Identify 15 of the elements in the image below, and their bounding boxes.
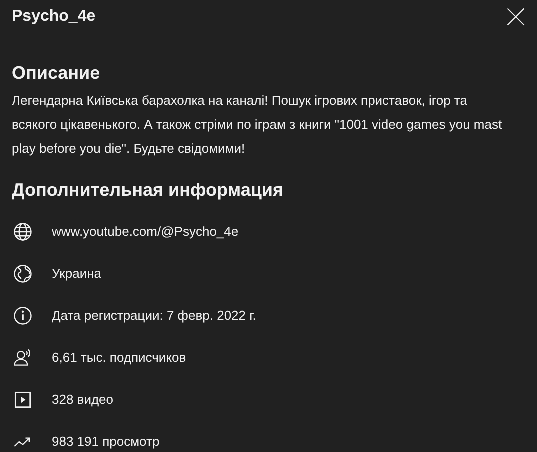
info-icon <box>12 305 34 327</box>
section-heading: Описание <box>12 62 102 85</box>
close-icon <box>505 6 527 28</box>
detail-text: Дата регистрации: 7 февр. 2022 г. <box>52 307 256 326</box>
detail-text: Украина <box>52 265 102 284</box>
section-heading: Дополнительная информация <box>12 179 284 202</box>
earth-icon <box>12 263 34 285</box>
play-icon <box>12 389 34 411</box>
description-text: Легендарна Київська барахолка на каналі! Пошук ігрових приставок, ігор та всякого цікавенького. А також стріми по іграм з книги "1001 video games you mast play before you die". Будьте свідомими! <box>12 92 504 158</box>
channel-link[interactable]: www.youtube.com/@Psycho_4e <box>52 222 239 242</box>
channel-name: Psycho_4e <box>12 7 96 27</box>
detail-text: 6,61 тыс. подписчиков <box>52 349 186 368</box>
detail-text: 983 191 просмотр <box>52 433 160 452</box>
globe-icon <box>12 221 34 243</box>
detail-text: 328 видео <box>52 391 114 410</box>
